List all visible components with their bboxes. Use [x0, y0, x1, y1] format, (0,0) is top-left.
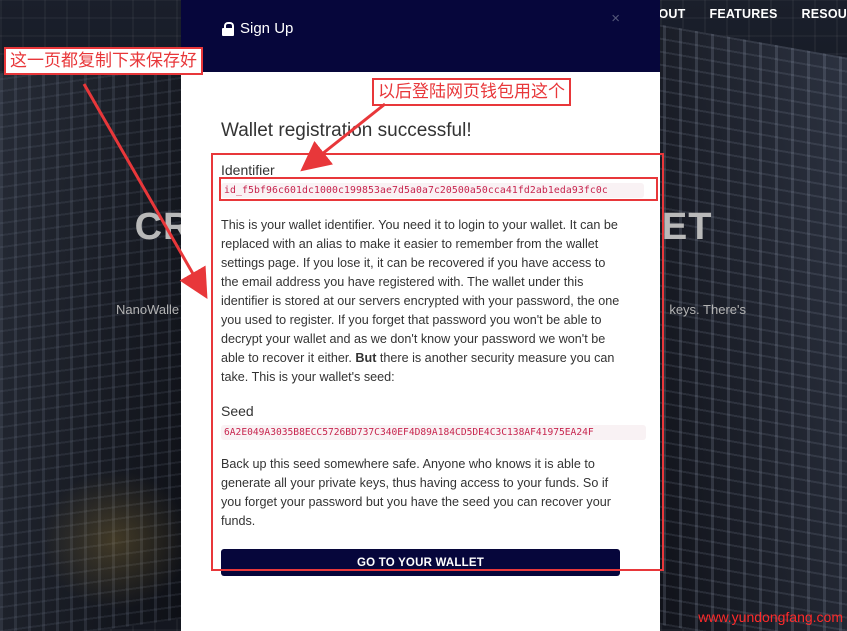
- seed-value[interactable]: 6A2E049A3035B8ECC5726BD737C340EF4D89A184…: [221, 425, 646, 440]
- success-heading: Wallet registration successful!: [221, 120, 472, 141]
- identifier-label: Identifier: [221, 162, 275, 178]
- identifier-paragraph: This is your wallet identifier. You need…: [221, 216, 620, 387]
- hero-subtitle-left: NanoWalle: [116, 302, 180, 317]
- lock-icon: [222, 21, 234, 36]
- go-to-wallet-button[interactable]: GO TO YOUR WALLET: [221, 549, 620, 576]
- nav-link-resources[interactable]: RESOU: [802, 7, 847, 21]
- background-building-right: [647, 22, 847, 631]
- seed-label: Seed: [221, 403, 254, 419]
- annotation-copy-note: 这一页都复制下来保存好: [4, 47, 203, 75]
- watermark: www.yundongfang.com: [698, 609, 843, 625]
- hero-subtitle-right: keys. There's: [669, 302, 746, 317]
- identifier-paragraph-pre: This is your wallet identifier. You need…: [221, 218, 620, 365]
- modal-title-text: Sign Up: [240, 20, 294, 37]
- seed-paragraph: Back up this seed somewhere safe. Anyone…: [221, 457, 611, 528]
- modal-title: Sign Up: [222, 20, 293, 37]
- identifier-value[interactable]: id_f5bf96c601dc1000c199853ae7d5a0a7c2050…: [221, 183, 644, 198]
- modal-body: Wallet registration successful! Identifi…: [181, 120, 660, 576]
- nav-link-features[interactable]: FEATURES: [710, 7, 778, 21]
- identifier-paragraph-bold: But: [355, 351, 377, 365]
- close-button[interactable]: ×: [611, 10, 620, 27]
- annotation-login-note: 以后登陆网页钱包用这个: [372, 78, 571, 106]
- background-light-glow: [40, 470, 190, 610]
- top-nav: ABOUT FEATURES RESOU: [640, 7, 847, 21]
- modal-header: Sign Up ×: [181, 0, 660, 72]
